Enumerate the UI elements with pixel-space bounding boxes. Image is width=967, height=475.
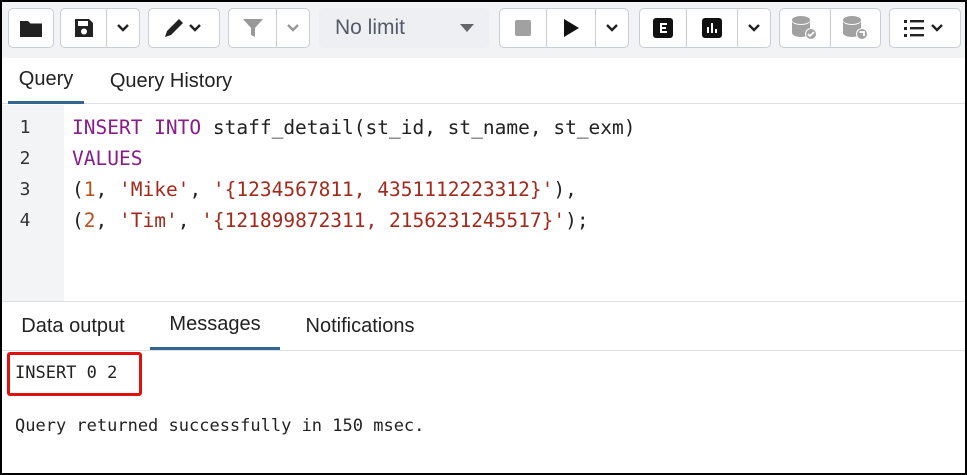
open-file-button[interactable]	[8, 8, 54, 48]
query-tabs: Query Query History	[2, 58, 965, 104]
save-button-group[interactable]	[60, 8, 140, 48]
explain-button-group[interactable]	[639, 8, 771, 48]
query-tool-window: No limit Query Query History 1 2 3 4 INS…	[0, 0, 967, 475]
sql-text: );	[565, 209, 589, 232]
toolbar: No limit	[2, 2, 965, 58]
code-line: (1, 'Mike', '{1234567811, 4351112223312}…	[72, 178, 577, 201]
chevron-down-icon[interactable]	[276, 9, 309, 47]
explain-analyze-icon[interactable]	[685, 9, 738, 47]
commit-icon[interactable]	[780, 9, 830, 47]
rollback-icon[interactable]	[830, 9, 880, 47]
macros-list-icon	[904, 20, 943, 37]
sql-text: ,	[177, 209, 202, 232]
sql-text: (	[72, 209, 84, 232]
output-tabs: Data output Messages Notifications	[2, 301, 965, 351]
sql-string: '{1234567811, 4351112223312}'	[212, 178, 554, 201]
code-line: (2, 'Tim', '{121899872311, 2156231245517…	[72, 209, 589, 232]
sql-text: (	[72, 178, 84, 201]
edit-button[interactable]	[148, 8, 220, 48]
sql-editor[interactable]: 1 2 3 4 INSERT INTO staff_detail(st_id, …	[2, 105, 965, 301]
explain-icon[interactable]	[640, 9, 686, 47]
tab-data-output[interactable]: Data output	[8, 302, 138, 350]
row-limit-select[interactable]: No limit	[319, 8, 489, 48]
sql-keyword: INSERT INTO	[72, 116, 202, 139]
folder-icon	[9, 9, 53, 47]
messages-panel: INSERT 0 2 Query returned successfully i…	[2, 352, 965, 473]
caret-down-icon	[460, 24, 474, 32]
sql-string: 'Tim'	[118, 209, 178, 232]
sql-text: staff_detail(st_id, st_name, st_exm)	[201, 116, 636, 139]
tab-notifications-label: Notifications	[305, 314, 415, 337]
tab-messages[interactable]: Messages	[150, 302, 280, 350]
chevron-down-icon[interactable]	[737, 9, 770, 47]
query-status-message: Query returned successfully in 150 msec.	[15, 416, 425, 436]
transaction-button-group[interactable]	[779, 8, 881, 48]
chevron-down-icon[interactable]	[595, 9, 628, 47]
tab-query[interactable]: Query	[8, 58, 84, 104]
chevron-down-icon[interactable]	[106, 9, 139, 47]
line-number-gutter: 1 2 3 4	[2, 105, 64, 301]
execute-button-group[interactable]	[499, 8, 629, 48]
line-number: 1	[19, 117, 31, 138]
sql-text: ),	[553, 178, 577, 201]
play-icon[interactable]	[545, 9, 596, 47]
save-icon[interactable]	[61, 9, 106, 47]
sql-text: ,	[189, 178, 213, 201]
code-line: VALUES	[72, 147, 142, 170]
filter-icon[interactable]	[229, 9, 276, 47]
tab-query-history[interactable]: Query History	[96, 58, 246, 104]
row-limit-value: No limit	[335, 16, 406, 39]
tab-query-history-label: Query History	[109, 69, 233, 92]
code-line: INSERT INTO staff_detail(st_id, st_name,…	[72, 116, 636, 139]
sql-keyword: VALUES	[72, 147, 143, 170]
tab-data-output-label: Data output	[21, 314, 125, 337]
line-number: 3	[19, 179, 31, 200]
edit-pen-icon	[165, 19, 201, 37]
tab-query-label: Query	[18, 68, 74, 90]
tab-messages-label: Messages	[169, 313, 261, 335]
sql-string: '{121899872311, 2156231245517}'	[201, 209, 566, 232]
sql-text: ,	[95, 178, 119, 201]
line-number: 4	[19, 210, 31, 231]
sql-text: ,	[95, 209, 119, 232]
sql-number: 2	[83, 209, 96, 232]
stop-icon[interactable]	[500, 9, 546, 47]
macros-button[interactable]	[889, 8, 961, 48]
sql-number: 1	[83, 178, 96, 201]
tab-notifications[interactable]: Notifications	[289, 302, 431, 350]
filter-button-group[interactable]	[228, 8, 310, 48]
insert-result-message: INSERT 0 2	[15, 363, 118, 383]
sql-string: 'Mike'	[118, 178, 190, 201]
line-number: 2	[19, 148, 31, 169]
